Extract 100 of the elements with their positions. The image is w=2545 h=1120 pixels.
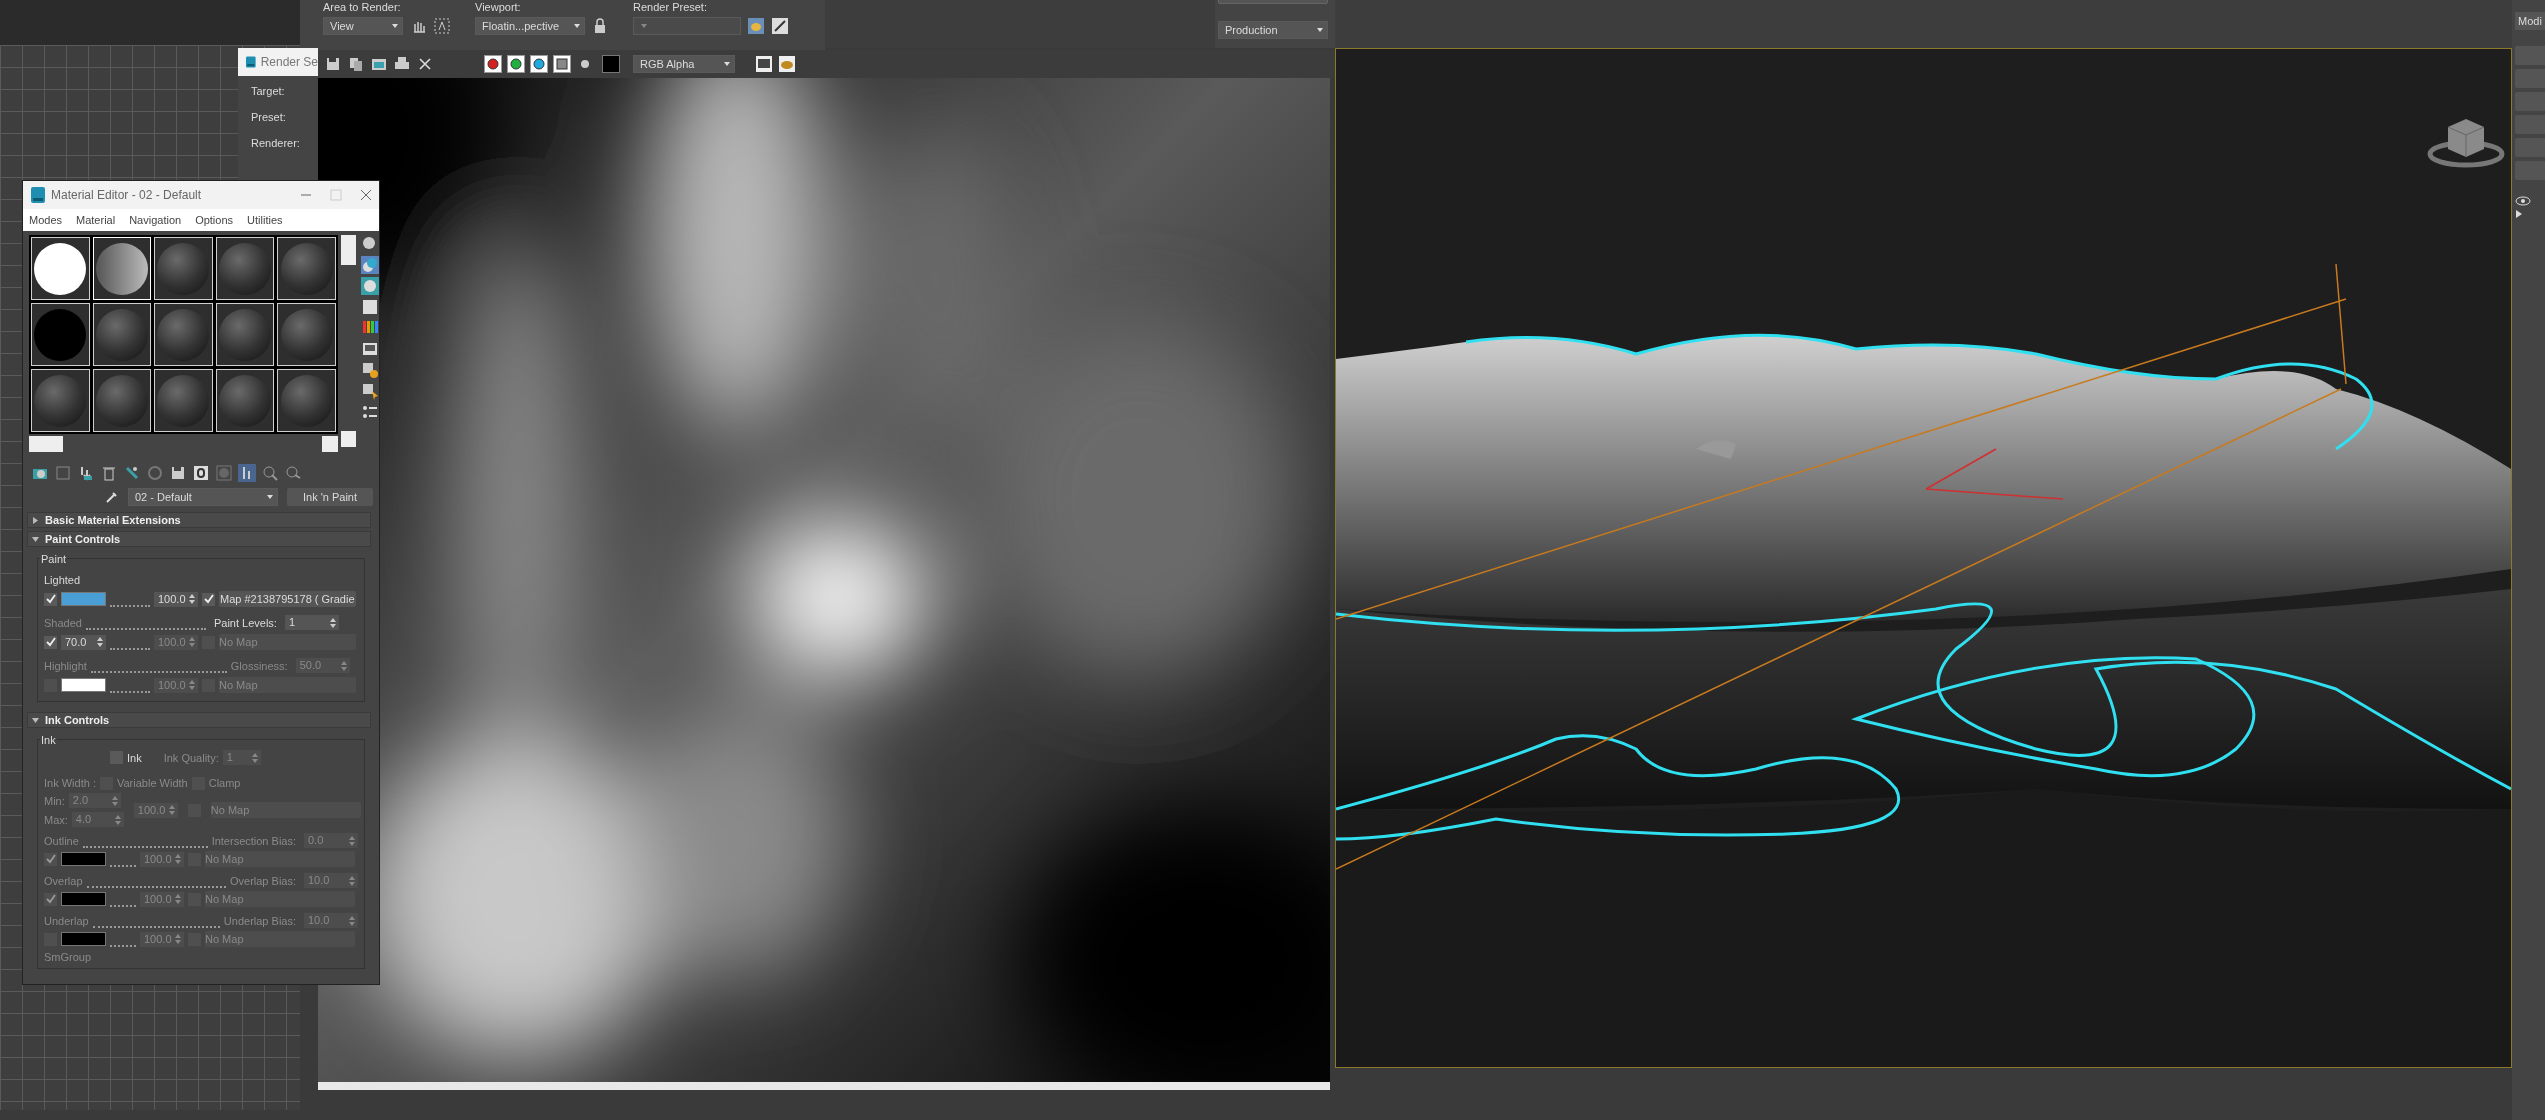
expand-arrow-icon[interactable] xyxy=(2515,210,2523,218)
color-swatch[interactable] xyxy=(61,852,106,866)
frame-eye-icon[interactable] xyxy=(778,55,796,73)
material-slot[interactable] xyxy=(92,303,152,366)
field-label: Lighted xyxy=(44,573,82,587)
material-slot[interactable] xyxy=(154,237,213,300)
channel-toggle[interactable] xyxy=(484,55,502,73)
channel-dot-icon xyxy=(510,58,522,70)
material-slot[interactable] xyxy=(215,303,275,366)
field-label: Min: xyxy=(44,793,65,808)
material-slot[interactable] xyxy=(92,369,152,432)
field-label: Ink Width : xyxy=(44,776,96,790)
checkbox[interactable] xyxy=(44,592,57,606)
options-list-icon[interactable] xyxy=(361,403,379,421)
frame-icon[interactable] xyxy=(755,55,773,73)
checker-cursor-icon[interactable] xyxy=(361,382,379,400)
color-swatch[interactable] xyxy=(61,892,106,906)
material-slot[interactable] xyxy=(154,369,213,432)
dropdown[interactable]: View xyxy=(323,17,403,35)
field-label: Shaded xyxy=(44,615,82,630)
color-swatch[interactable] xyxy=(61,592,106,606)
material-id-icon[interactable] xyxy=(192,464,210,482)
check-icon xyxy=(203,594,214,604)
field-label: Ink xyxy=(127,750,142,765)
scrollbar-thumb[interactable] xyxy=(341,235,356,265)
film-icon[interactable] xyxy=(361,340,379,358)
alpha-channel-icon xyxy=(556,58,568,70)
show-end-result-icon[interactable] xyxy=(238,464,256,482)
scrollbar[interactable] xyxy=(318,1082,1330,1090)
app-logo-icon xyxy=(31,187,45,203)
color-swatch[interactable] xyxy=(602,55,620,73)
material-slot[interactable] xyxy=(31,303,90,366)
menu-item[interactable]: Modes xyxy=(29,211,63,229)
color-swatch[interactable] xyxy=(61,932,106,946)
backlight-icon[interactable] xyxy=(361,256,379,274)
scrollbar-thumb[interactable] xyxy=(29,436,63,452)
field-label: Highlight xyxy=(44,658,87,673)
menu-item[interactable]: Utilities xyxy=(247,211,283,229)
teapot-icon[interactable] xyxy=(747,17,765,35)
spinner-arrows-icon xyxy=(189,680,195,690)
checker-icon[interactable] xyxy=(361,277,379,295)
square-icon[interactable] xyxy=(361,298,379,316)
spinner-arrows-icon xyxy=(349,875,355,886)
checker-copy-icon[interactable] xyxy=(54,464,72,482)
save-icon[interactable] xyxy=(324,55,342,73)
edit-icon[interactable] xyxy=(771,17,789,35)
material-slot[interactable] xyxy=(215,369,275,432)
spinner-arrows-icon xyxy=(97,637,103,647)
dropdown[interactable]: Floatin...pective xyxy=(475,17,585,35)
material-slot[interactable] xyxy=(31,369,90,432)
material-slot[interactable] xyxy=(277,369,336,432)
dot-icon xyxy=(579,58,591,70)
material-slot[interactable] xyxy=(277,237,336,300)
checker-gear-icon[interactable] xyxy=(361,361,379,379)
channel-toggle[interactable] xyxy=(530,55,548,73)
caret-icon xyxy=(266,494,274,500)
menu-item[interactable]: Options xyxy=(195,211,234,229)
rollout-header[interactable]: Ink Controls xyxy=(27,712,371,728)
region-icon[interactable] xyxy=(433,17,451,35)
spinner-arrows-icon xyxy=(329,617,336,628)
panel-tab[interactable]: Modi xyxy=(2515,12,2545,30)
channel-toggle[interactable] xyxy=(507,55,525,73)
preset-mode-dropdown[interactable]: Production xyxy=(1218,21,1328,39)
save-icon[interactable] xyxy=(169,464,187,482)
caret-icon xyxy=(573,23,581,29)
close-icon[interactable] xyxy=(359,188,373,202)
field-label: Variable Width xyxy=(116,776,188,790)
checkbox[interactable] xyxy=(202,592,215,606)
rollout-header[interactable]: Basic Material Extensions xyxy=(27,512,371,528)
material-slot[interactable] xyxy=(92,237,152,300)
channel-dropdown[interactable]: RGB Alpha xyxy=(633,55,735,73)
rollout-header[interactable]: Paint Controls xyxy=(27,531,371,547)
menu-item[interactable]: Material xyxy=(76,211,116,229)
spinner-arrows-icon xyxy=(175,894,181,904)
material-slot[interactable] xyxy=(31,237,90,300)
spinner-field[interactable]: 100.0 xyxy=(154,591,198,607)
field-label: Clamp xyxy=(208,776,241,790)
field-label: Underlap xyxy=(44,913,89,928)
window-title: Render Se xyxy=(260,54,318,71)
caret-icon xyxy=(391,23,399,29)
eye-icon[interactable] xyxy=(2515,196,2531,206)
eyedropper-icon[interactable] xyxy=(105,490,119,504)
field-label: Max: xyxy=(44,812,68,827)
material-slot[interactable] xyxy=(215,237,275,300)
channel-dot-icon xyxy=(533,58,545,70)
channel-toggle[interactable] xyxy=(553,55,571,73)
make-unique-icon[interactable] xyxy=(123,464,141,482)
material-name-dropdown[interactable]: 02 - Default xyxy=(128,488,278,506)
map-button[interactable]: Map #2138795178 ( Gradie xyxy=(219,591,356,607)
material-type-button[interactable]: Ink 'n Paint xyxy=(287,488,373,506)
caret-icon xyxy=(1316,27,1324,33)
checkbox[interactable] xyxy=(44,892,57,906)
spinner-field[interactable]: 1 xyxy=(284,615,339,630)
copy-icon[interactable] xyxy=(347,55,365,73)
menu-item[interactable]: Navigation xyxy=(129,211,182,229)
spinner-arrows-icon xyxy=(175,854,181,864)
material-slot[interactable] xyxy=(154,303,213,366)
material-slot[interactable] xyxy=(277,303,336,366)
checkbox[interactable] xyxy=(44,852,57,866)
trash-icon[interactable] xyxy=(100,464,118,482)
